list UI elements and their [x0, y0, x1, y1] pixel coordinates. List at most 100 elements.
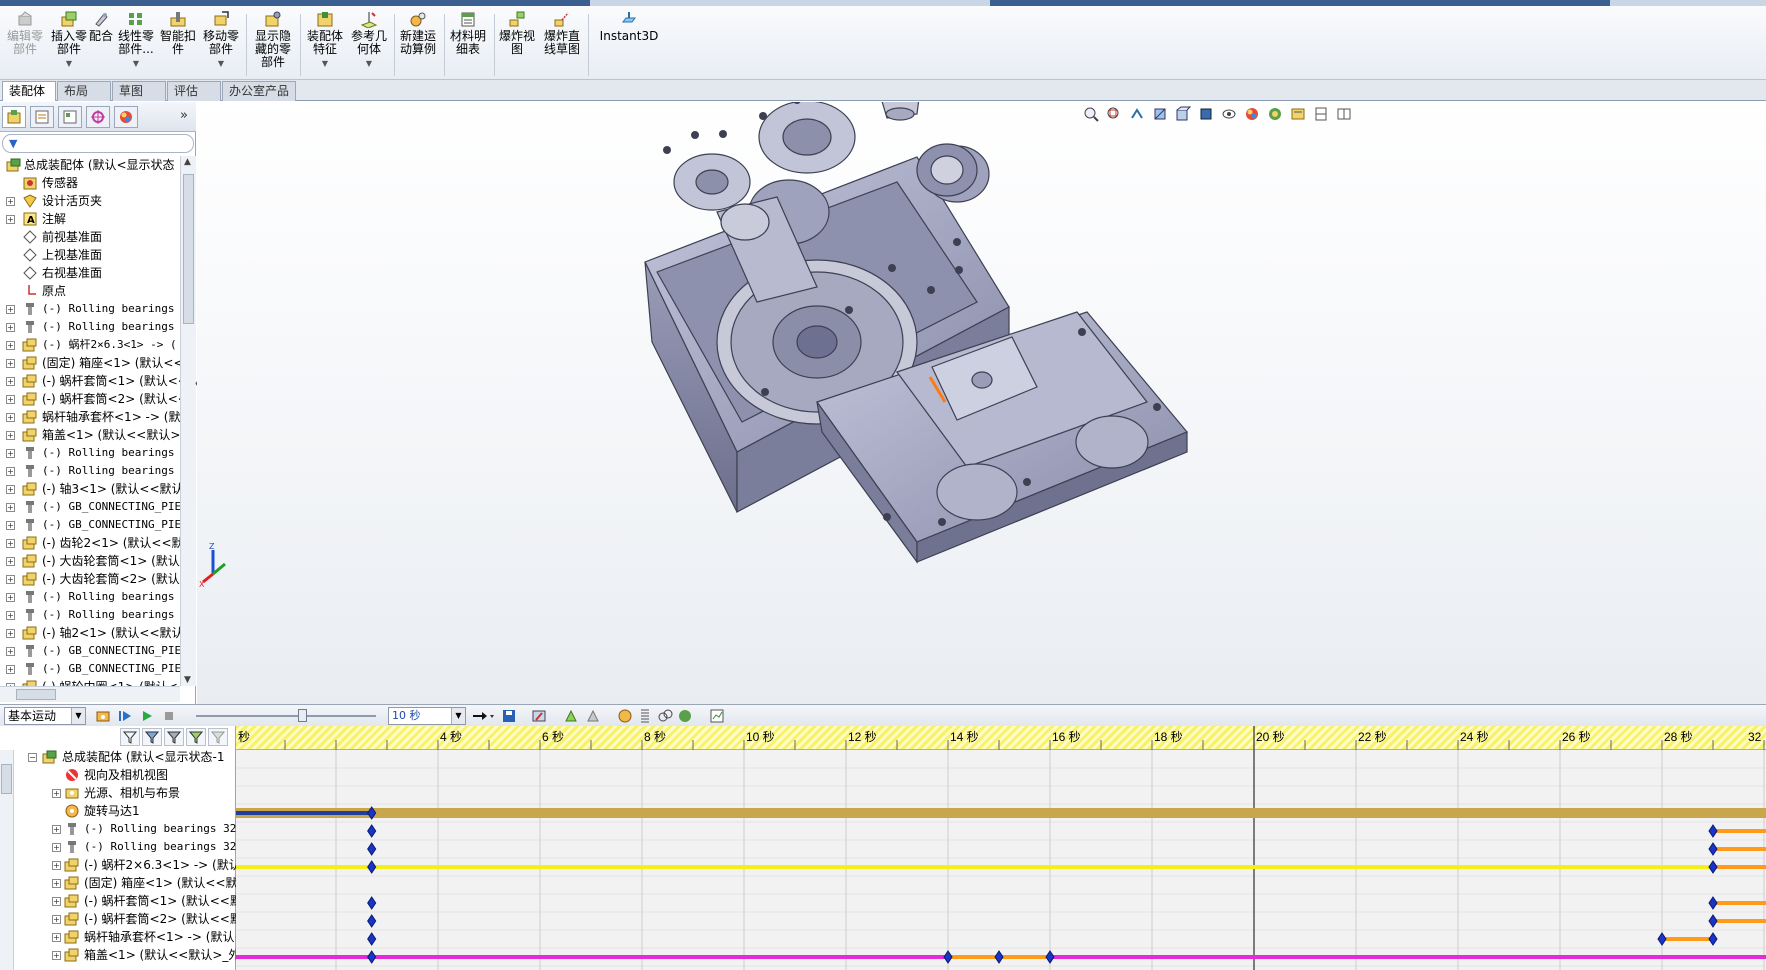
motion-tree-item[interactable]: + 箱盖<1> (默认<<默认>_外观 [0, 946, 236, 964]
ruler-label[interactable]: 10 秒 [746, 730, 775, 744]
motion-tree-item[interactable]: +(-) Rolling bearings 32300 [0, 838, 236, 856]
instant3d-button[interactable]: Instant3D [592, 10, 666, 78]
feature-manager-tab[interactable] [2, 106, 26, 128]
tree-item[interactable]: + (-) 轴2<1> (默认<<默认> [0, 624, 180, 642]
move-component-button[interactable]: 移动零 部件 ▼ [200, 10, 242, 78]
expand-icon[interactable]: + [6, 215, 15, 224]
tree-item[interactable]: 原点 [0, 282, 180, 300]
motion-tree-item[interactable]: + (固定) 箱座<1> (默认<<默认 [0, 874, 236, 892]
chevron-down-icon[interactable]: ▼ [218, 57, 224, 70]
motion-timeline[interactable]: 4 秒 6 秒 8 秒 10 秒 12 秒 14 秒 16 秒 18 秒 20 秒 22 秒 24 … [236, 726, 1766, 970]
autokey-button[interactable] [562, 708, 580, 724]
expand-icon[interactable]: + [6, 413, 15, 422]
expand-icon[interactable]: + [6, 593, 15, 602]
ruler-label[interactable]: 32 [1748, 730, 1762, 744]
ruler-label[interactable]: 6 秒 [542, 730, 564, 744]
ruler-label[interactable]: 8 秒 [644, 730, 666, 744]
tree-item[interactable]: + (固定) 箱座<1> (默认<< [0, 354, 180, 372]
scroll-up-icon[interactable]: ▲ [184, 157, 191, 167]
tree-item[interactable]: +(-) 齿轮2<1> (默认<<默认 [0, 534, 180, 552]
ruler-label[interactable]: 14 秒 [950, 730, 979, 744]
change-bar[interactable] [236, 811, 372, 815]
tree-item[interactable]: + (-) Rolling bearings 57 [0, 588, 180, 606]
expand-icon[interactable]: + [6, 611, 15, 620]
slider-thumb[interactable] [298, 709, 307, 722]
playback-mode-button[interactable] [470, 708, 496, 724]
motion-tree-item[interactable]: + (-) 蜗杆套筒<1> (默认<<默 [0, 892, 236, 910]
key-point[interactable] [943, 950, 953, 964]
expand-icon[interactable]: + [6, 575, 15, 584]
expand-icon[interactable]: + [52, 789, 61, 798]
filter-selected-icon[interactable] [164, 728, 184, 746]
bill-of-materials-button[interactable]: 材料明 细表 [446, 10, 490, 78]
tree-item[interactable]: + (-) 蜗杆套筒<1> (默认<< [0, 372, 180, 390]
ruler-label[interactable]: 12 秒 [848, 730, 877, 744]
expand-icon[interactable]: + [6, 485, 15, 494]
playback-time-field[interactable]: 10 秒 ▼ [388, 707, 466, 725]
expand-icon[interactable]: + [52, 951, 61, 960]
change-bar[interactable] [1713, 865, 1766, 869]
collapse-icon[interactable]: − [28, 753, 37, 762]
calculate-button[interactable] [94, 708, 112, 724]
chevron-down-icon[interactable]: ▼ [322, 57, 328, 70]
expand-icon[interactable]: + [6, 557, 15, 566]
change-bar[interactable] [236, 808, 1766, 818]
gravity-button[interactable] [676, 708, 694, 724]
dimxpert-manager-tab[interactable] [86, 106, 110, 128]
tree-item[interactable]: + (-) 大齿轮套筒<1> (默认 [0, 552, 180, 570]
tab-office-products[interactable]: 办公室产品 [222, 81, 296, 101]
expand-icon[interactable]: + [6, 395, 15, 404]
tree-item[interactable]: + (-) GB_CONNECTING_PIECE [0, 660, 180, 678]
ruler-label[interactable]: 秒 [238, 730, 250, 744]
expand-icon[interactable]: + [52, 897, 61, 906]
tree-item[interactable]: + (-) 蜗杆2×6.3<1> -> ( [0, 336, 180, 354]
chevron-down-icon[interactable]: ▼ [366, 57, 372, 70]
expand-icon[interactable]: + [52, 825, 61, 834]
tree-item[interactable]: + (-) Rolling bearings 57 [0, 606, 180, 624]
graphics-area[interactable]: Z X [197, 102, 1766, 704]
tree-horizontal-scrollbar[interactable] [0, 686, 180, 702]
animation-wizard-button[interactable] [530, 708, 548, 724]
expand-icon[interactable]: + [6, 341, 15, 350]
tree-item[interactable]: +(-) 蜗轮内圈<1> (默认<< [0, 678, 180, 686]
play-from-start-button[interactable] [116, 708, 134, 724]
tab-assembly[interactable]: 装配体 [2, 81, 56, 101]
key-point[interactable] [367, 950, 377, 964]
motion-tree-item[interactable]: 视向及相机视图 [0, 766, 236, 784]
change-bar[interactable] [1713, 829, 1766, 833]
key-point[interactable] [367, 860, 377, 874]
ruler-label[interactable]: 16 秒 [1052, 730, 1081, 744]
ruler-label[interactable]: 22 秒 [1358, 730, 1387, 744]
motion-tree-item[interactable]: + (-) 蜗杆套筒<2> (默认<<默 [0, 910, 236, 928]
tree-item[interactable]: + (-) Rolling bearings 57 [0, 444, 180, 462]
tree-item[interactable]: 上视基准面 [0, 246, 180, 264]
motor-button[interactable] [616, 708, 634, 724]
tab-layout[interactable]: 布局 [57, 81, 111, 101]
change-bar[interactable] [1662, 937, 1713, 941]
expand-icon[interactable]: + [6, 359, 15, 368]
expand-icon[interactable]: + [6, 449, 15, 458]
change-bar[interactable] [236, 865, 1766, 869]
filter-driving-icon[interactable] [142, 728, 162, 746]
property-manager-tab[interactable] [30, 106, 54, 128]
spring-button[interactable] [636, 708, 654, 724]
tree-item[interactable]: + (-) GB_CONNECTING_PIECE [0, 516, 180, 534]
expand-icon[interactable]: + [52, 879, 61, 888]
ruler-label[interactable]: 18 秒 [1154, 730, 1183, 744]
reference-geometry-button[interactable]: 参考几 何体 ▼ [348, 10, 390, 78]
tree-item[interactable]: + (-) 轴3<1> (默认<<默认 [0, 480, 180, 498]
tree-item[interactable]: + 设计活页夹 [0, 192, 180, 210]
change-bar[interactable] [1713, 919, 1766, 923]
expand-icon[interactable]: + [52, 843, 61, 852]
key-point[interactable] [1045, 950, 1055, 964]
expand-icon[interactable]: + [6, 521, 15, 530]
expand-icon[interactable]: + [6, 431, 15, 440]
ruler-label[interactable]: 4 秒 [440, 730, 462, 744]
expand-icon[interactable]: + [6, 503, 15, 512]
playback-speed-slider[interactable] [196, 709, 376, 722]
expand-icon[interactable]: + [6, 539, 15, 548]
ruler-label[interactable]: 24 秒 [1460, 730, 1489, 744]
expand-icon[interactable]: + [52, 915, 61, 924]
results-plots-button[interactable] [708, 708, 726, 724]
tree-item[interactable]: + (-) Rolling bearings 57 [0, 462, 180, 480]
